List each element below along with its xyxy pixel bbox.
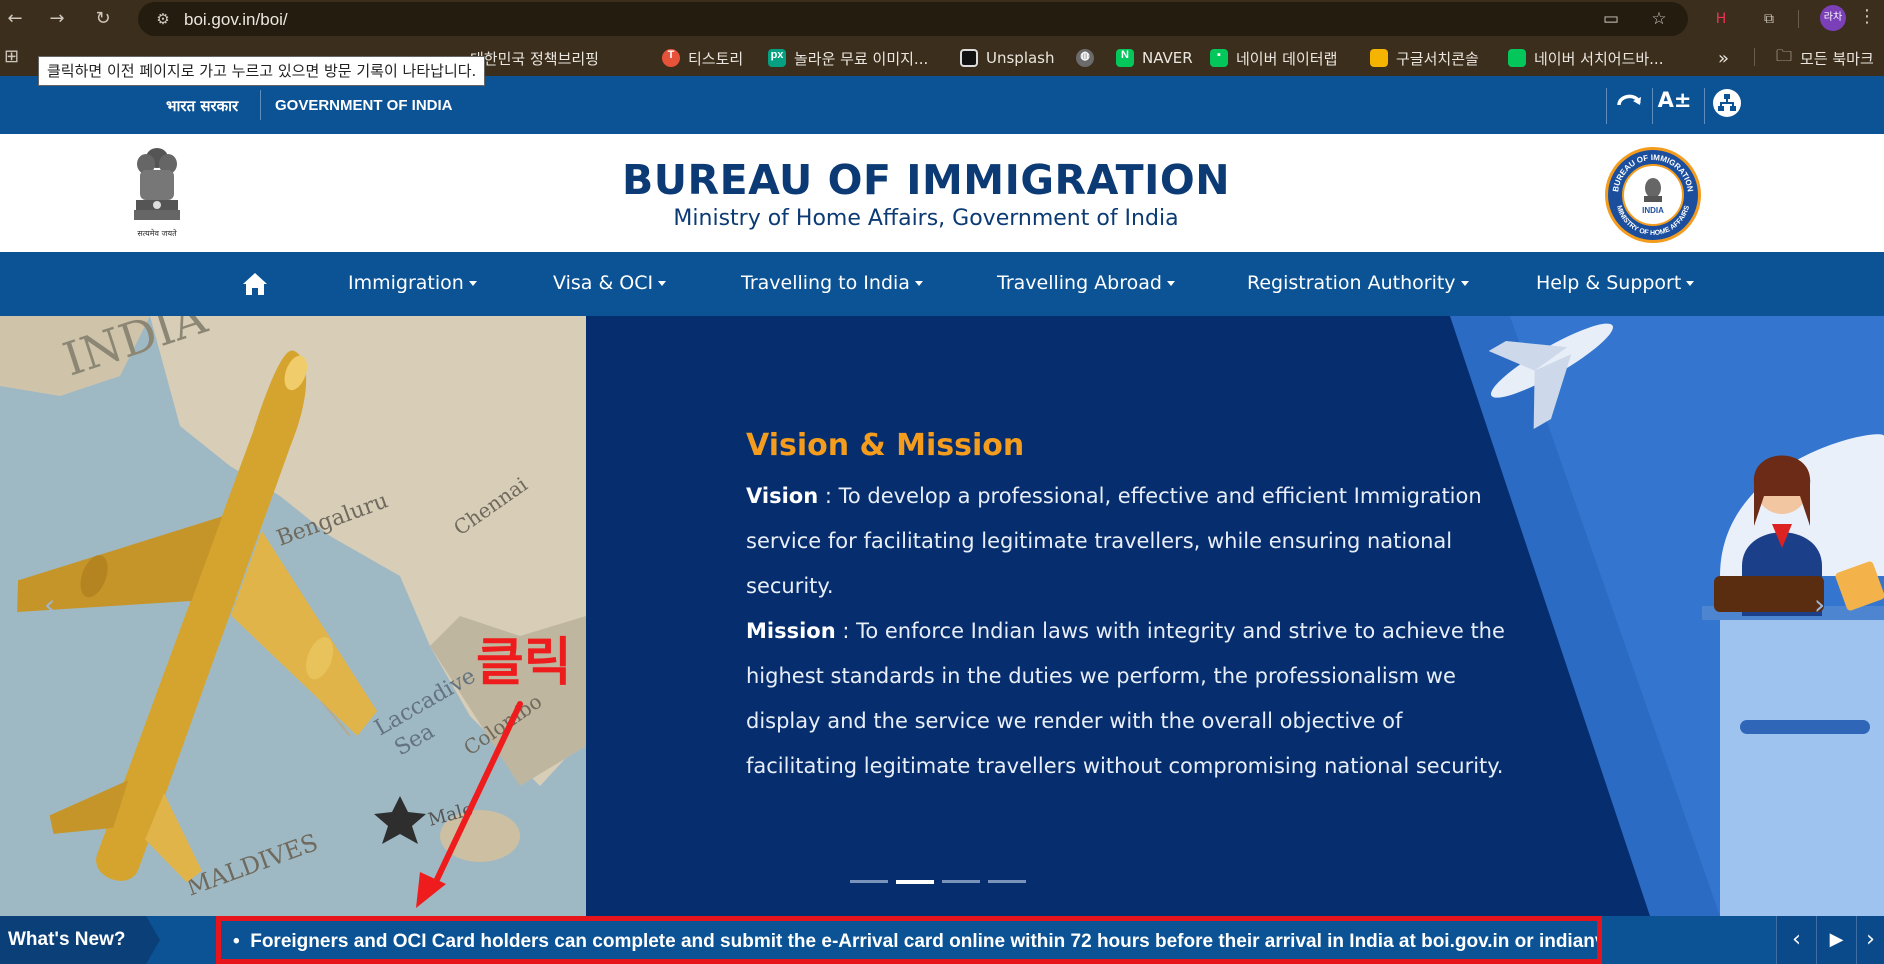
menu-registration-authority[interactable]: Registration Authority bbox=[1247, 272, 1469, 294]
bookmark-label: 티스토리 bbox=[688, 49, 744, 68]
ticker-play-icon[interactable]: ▶ bbox=[1816, 916, 1856, 964]
ticker-news-text: Foreigners and OCI Card holders can comp… bbox=[250, 931, 1597, 952]
seal-center-text: INDIA bbox=[1642, 206, 1664, 215]
carousel-dot-3[interactable] bbox=[942, 880, 980, 883]
datalab-icon: ▪ bbox=[1210, 49, 1228, 67]
page-title: BUREAU OF IMMIGRATION bbox=[621, 156, 1231, 204]
ticker-highlight-box[interactable]: • Foreigners and OCI Card holders can co… bbox=[216, 916, 1602, 964]
menu-help-support[interactable]: Help & Support bbox=[1536, 272, 1695, 294]
skip-content-icon[interactable] bbox=[1606, 88, 1650, 124]
carousel-dot-4[interactable] bbox=[988, 880, 1026, 883]
menu-visa-oci[interactable]: Visa & OCI bbox=[553, 272, 667, 294]
bookmark-label: 모든 북마크 bbox=[1800, 49, 1874, 68]
bookmark-label: 네이버 서치어드바... bbox=[1534, 49, 1664, 68]
site-info-icon[interactable]: ⚙ bbox=[152, 8, 174, 30]
bookmark-item[interactable]: ▪ 네이버 데이터랩 bbox=[1210, 47, 1337, 69]
hero-carousel: INDIA Bengaluru Chennai Laccadive Sea Co… bbox=[0, 316, 1884, 916]
naver-icon: N bbox=[1116, 49, 1134, 67]
page-subtitle: Ministry of Home Affairs, Government of … bbox=[673, 206, 1179, 231]
sitemap-icon[interactable] bbox=[1704, 88, 1748, 124]
bookmark-item[interactable]: 대한민국 정책브리핑 bbox=[470, 47, 599, 69]
chevron-down-icon bbox=[658, 281, 667, 286]
extension-icon[interactable]: H bbox=[1710, 8, 1732, 30]
home-icon[interactable] bbox=[242, 272, 268, 296]
annotation-label: 클릭 bbox=[476, 633, 572, 693]
bookmark-item[interactable]: ◍ bbox=[1076, 47, 1094, 69]
more-bookmarks-icon[interactable]: » bbox=[1718, 47, 1729, 69]
chevron-down-icon bbox=[914, 281, 923, 286]
browser-menu-icon[interactable]: ⋮ bbox=[1858, 6, 1876, 27]
mission-label: Mission bbox=[746, 619, 836, 643]
gov-english-label[interactable]: GOVERNMENT OF INDIA bbox=[275, 97, 453, 114]
browser-toolbar: ← → ↻ ⚙ boi.gov.in/boi/ ▭ ☆ H ⧉ 라차 ⋮ bbox=[0, 0, 1884, 38]
bookmark-label: 놀라운 무료 이미지... bbox=[794, 49, 929, 68]
bookmarks-divider bbox=[1754, 48, 1755, 66]
bookmark-label: 구글서치콘솔 bbox=[1396, 49, 1479, 68]
bookmark-label: Unsplash bbox=[986, 49, 1055, 67]
ticker-next-icon[interactable]: › bbox=[1856, 916, 1884, 964]
bookmark-item[interactable]: T 티스토리 bbox=[662, 47, 743, 69]
globe-icon: ◍ bbox=[1076, 49, 1094, 67]
boi-seal-icon[interactable]: BUREAU OF IMMIGRATION MINISTRY OF HOME A… bbox=[1604, 146, 1702, 244]
bookmark-label: 대한민국 정책브리핑 bbox=[470, 49, 599, 68]
bookmark-item[interactable]: 구글서치콘솔 bbox=[1370, 47, 1479, 69]
pixabay-icon: px bbox=[768, 49, 786, 67]
chevron-down-icon bbox=[1460, 281, 1469, 286]
bookmark-item[interactable]: Unsplash bbox=[960, 47, 1055, 69]
profile-avatar[interactable]: 라차 bbox=[1820, 5, 1846, 31]
whats-new-label: What's New? bbox=[0, 916, 160, 964]
gov-divider bbox=[260, 90, 261, 120]
carousel-dot-1[interactable] bbox=[850, 880, 888, 883]
chevron-down-icon bbox=[1686, 281, 1695, 286]
search-advisor-icon bbox=[1508, 49, 1526, 67]
carousel-indicators bbox=[850, 880, 1026, 884]
bookmark-item[interactable]: N NAVER bbox=[1116, 47, 1193, 69]
search-console-icon bbox=[1370, 49, 1388, 67]
bookmark-label: NAVER bbox=[1142, 49, 1193, 67]
url-text[interactable]: boi.gov.in/boi/ bbox=[184, 10, 288, 30]
carousel-dot-2[interactable] bbox=[896, 880, 934, 884]
main-navigation: Immigration Visa & OCI Travelling to Ind… bbox=[0, 252, 1884, 316]
menu-immigration[interactable]: Immigration bbox=[348, 272, 477, 294]
mission-paragraph: Mission : To enforce Indian laws with in… bbox=[746, 609, 1506, 789]
bookmark-star-icon[interactable]: ☆ bbox=[1648, 8, 1670, 30]
chevron-down-icon bbox=[1166, 281, 1175, 286]
reload-button[interactable]: ↻ bbox=[90, 6, 116, 32]
slide-title: Vision & Mission bbox=[746, 428, 1025, 463]
toolbar-divider bbox=[1798, 10, 1799, 28]
carousel-next-icon[interactable]: › bbox=[1814, 588, 1825, 621]
apps-grid-icon[interactable]: ⊞ bbox=[4, 46, 19, 67]
cast-off-icon[interactable]: ▭ bbox=[1600, 8, 1622, 30]
menu-travelling-abroad[interactable]: Travelling Abroad bbox=[997, 272, 1175, 294]
bookmark-item[interactable]: 네이버 서치어드바... bbox=[1508, 47, 1663, 69]
ticker-bullet: • bbox=[233, 931, 240, 952]
ticker-news-link[interactable]: • Foreigners and OCI Card holders can co… bbox=[233, 931, 1597, 953]
folder-icon: 🗀 bbox=[1776, 45, 1793, 65]
vision-label: Vision bbox=[746, 484, 819, 508]
gov-hindi-label[interactable]: भारत सरकार bbox=[166, 96, 238, 116]
whats-new-ticker: What's New? • Foreigners and OCI Card ho… bbox=[0, 916, 1884, 964]
back-button-tooltip: 클릭하면 이전 페이지로 가고 누르고 있으면 방문 기록이 나타납니다. bbox=[38, 56, 486, 86]
menu-travelling-to-india[interactable]: Travelling to India bbox=[741, 272, 923, 294]
mission-text: : To enforce Indian laws with integrity … bbox=[746, 619, 1505, 778]
text-size-icon[interactable]: A± bbox=[1652, 88, 1696, 124]
vision-text: : To develop a professional, effective a… bbox=[746, 484, 1482, 598]
chevron-down-icon bbox=[468, 281, 477, 286]
site-header: सत्यमेव जयते BUREAU OF IMMIGRATION Minis… bbox=[0, 134, 1884, 252]
forward-button[interactable]: → bbox=[44, 6, 70, 32]
back-button[interactable]: ← bbox=[2, 6, 28, 32]
tistory-icon: T bbox=[662, 49, 680, 67]
bookmark-label: 네이버 데이터랩 bbox=[1236, 49, 1338, 68]
carousel-prev-icon[interactable]: ‹ bbox=[44, 588, 55, 621]
slide-body: Vision : To develop a professional, effe… bbox=[746, 474, 1506, 789]
ticker-prev-icon[interactable]: ‹ bbox=[1776, 916, 1816, 964]
unsplash-icon bbox=[960, 49, 978, 67]
bookmark-item[interactable]: px 놀라운 무료 이미지... bbox=[768, 47, 928, 69]
map-airplane-image: INDIA Bengaluru Chennai Laccadive Sea Co… bbox=[0, 316, 586, 916]
address-bar[interactable]: ⚙ boi.gov.in/boi/ ▭ ☆ bbox=[138, 2, 1688, 36]
extensions-puzzle-icon[interactable]: ⧉ bbox=[1758, 8, 1780, 30]
vision-paragraph: Vision : To develop a professional, effe… bbox=[746, 474, 1506, 609]
bookmark-folder[interactable]: 🗀 모든 북마크 bbox=[1776, 45, 1874, 69]
